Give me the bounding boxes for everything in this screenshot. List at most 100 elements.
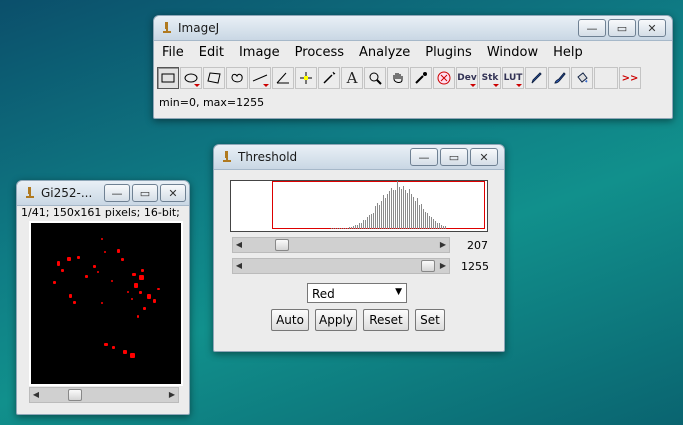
- brush-icon[interactable]: [548, 67, 570, 89]
- close-button[interactable]: ✕: [470, 148, 498, 166]
- max-threshold-slider[interactable]: ◀ ▶: [232, 258, 450, 274]
- stack-slider[interactable]: ◀ ▶: [29, 387, 179, 403]
- minimize-button[interactable]: —: [104, 184, 130, 202]
- display-mode-select[interactable]: Red ▼: [307, 283, 407, 303]
- reset-button[interactable]: Reset: [363, 309, 409, 331]
- rectangle-tool-icon[interactable]: [157, 67, 179, 89]
- thresholded-particle: [69, 294, 72, 298]
- threshold-titlebar[interactable]: Threshold — ▭ ✕: [214, 145, 504, 170]
- slider-right-arrow-icon[interactable]: ▶: [167, 389, 177, 401]
- auto-button[interactable]: Auto: [271, 309, 309, 331]
- minimize-button[interactable]: —: [578, 19, 606, 37]
- slider-right-arrow-icon[interactable]: ▶: [438, 260, 448, 272]
- thresholded-particle: [101, 302, 103, 304]
- histogram-bar: [347, 228, 348, 229]
- menu-image[interactable]: Image: [239, 45, 280, 65]
- histogram-bar: [441, 225, 442, 229]
- dev-tool[interactable]: Dev: [456, 67, 478, 89]
- flood-fill-icon[interactable]: [571, 67, 593, 89]
- thresholded-particle: [127, 291, 129, 293]
- thresholded-particle: [77, 256, 80, 259]
- point-tool-icon[interactable]: [295, 67, 317, 89]
- histogram-bar: [331, 228, 332, 229]
- slider-left-arrow-icon[interactable]: ◀: [31, 389, 41, 401]
- thresholded-particle: [139, 275, 144, 280]
- histogram-bar: [339, 228, 340, 229]
- histogram-bar: [337, 228, 338, 229]
- histogram-bar: [365, 220, 366, 229]
- thresholded-particle: [147, 294, 151, 299]
- menu-plugins[interactable]: Plugins: [425, 45, 472, 65]
- pencil-icon[interactable]: [525, 67, 547, 89]
- image-titlebar[interactable]: Gi252-... — ▭ ✕: [17, 181, 189, 206]
- menu-help[interactable]: Help: [553, 45, 583, 65]
- histogram-bar: [389, 191, 390, 229]
- thresholded-particle: [67, 257, 71, 261]
- magnifier-icon[interactable]: [364, 67, 386, 89]
- histogram-bar: [425, 212, 426, 229]
- menu-analyze[interactable]: Analyze: [359, 45, 410, 65]
- text-tool-icon[interactable]: A: [341, 67, 363, 89]
- dropper-icon[interactable]: [410, 67, 432, 89]
- slider-thumb[interactable]: [275, 239, 289, 251]
- histogram-bar: [391, 188, 392, 229]
- min-threshold-slider[interactable]: ◀ ▶: [232, 237, 450, 253]
- thresholded-particle: [130, 353, 135, 358]
- thresholded-particle: [117, 249, 120, 253]
- slider-thumb[interactable]: [68, 389, 82, 401]
- imagej-titlebar[interactable]: ImageJ — ▭ ✕: [154, 16, 672, 41]
- wand-tool-icon[interactable]: [318, 67, 340, 89]
- close-button[interactable]: ✕: [160, 184, 186, 202]
- polygon-tool-icon[interactable]: [203, 67, 225, 89]
- slider-left-arrow-icon[interactable]: ◀: [234, 260, 244, 272]
- lut-tool[interactable]: LUT: [502, 67, 524, 89]
- histogram-bar: [341, 228, 342, 229]
- thresholded-particle: [131, 298, 133, 300]
- slider-left-arrow-icon[interactable]: ◀: [234, 239, 244, 251]
- histogram-bar: [373, 213, 374, 229]
- maximize-button[interactable]: ▭: [608, 19, 636, 37]
- apply-button[interactable]: Apply: [315, 309, 357, 331]
- oval-tool-icon[interactable]: [180, 67, 202, 89]
- histogram-bar: [445, 226, 446, 229]
- angle-tool-icon[interactable]: [272, 67, 294, 89]
- set-button[interactable]: Set: [415, 309, 445, 331]
- more-tools-icon[interactable]: >>: [619, 67, 641, 89]
- histogram-bar: [355, 225, 356, 229]
- histogram-bar: [353, 226, 354, 229]
- histogram-bar: [377, 203, 378, 229]
- histogram-bar: [427, 213, 428, 229]
- histogram-bar: [419, 205, 420, 229]
- thresholded-particle: [53, 281, 56, 284]
- slider-right-arrow-icon[interactable]: ▶: [438, 239, 448, 251]
- histogram-bar: [437, 223, 438, 229]
- histogram-bar: [399, 187, 400, 229]
- menu-window[interactable]: Window: [487, 45, 538, 65]
- stk-tool[interactable]: Stk: [479, 67, 501, 89]
- histogram-bar: [397, 181, 398, 229]
- histogram-bar: [405, 190, 406, 229]
- maximize-button[interactable]: ▭: [132, 184, 158, 202]
- freehand-tool-icon[interactable]: [226, 67, 248, 89]
- thresholded-particle: [157, 288, 160, 290]
- hand-tool-icon[interactable]: [387, 67, 409, 89]
- thresholded-particle: [123, 350, 127, 354]
- menu-file[interactable]: File: [162, 45, 184, 65]
- max-threshold-value: 1255: [461, 260, 489, 273]
- histogram-bar: [401, 189, 402, 229]
- slider-thumb[interactable]: [421, 260, 435, 272]
- histogram-bar: [407, 193, 408, 229]
- histogram-bar: [345, 228, 346, 229]
- status-text: min=0, max=1255: [159, 96, 265, 109]
- min-threshold-value: 207: [467, 239, 488, 252]
- menu-edit[interactable]: Edit: [199, 45, 224, 65]
- image-canvas[interactable]: [29, 221, 183, 386]
- histogram-bars: [331, 181, 446, 229]
- minimize-button[interactable]: —: [410, 148, 438, 166]
- line-tool-icon[interactable]: [249, 67, 271, 89]
- histogram-bar: [375, 206, 376, 229]
- maximize-button[interactable]: ▭: [440, 148, 468, 166]
- close-button[interactable]: ✕: [638, 19, 666, 37]
- stop-icon[interactable]: [433, 67, 455, 89]
- menu-process[interactable]: Process: [295, 45, 344, 65]
